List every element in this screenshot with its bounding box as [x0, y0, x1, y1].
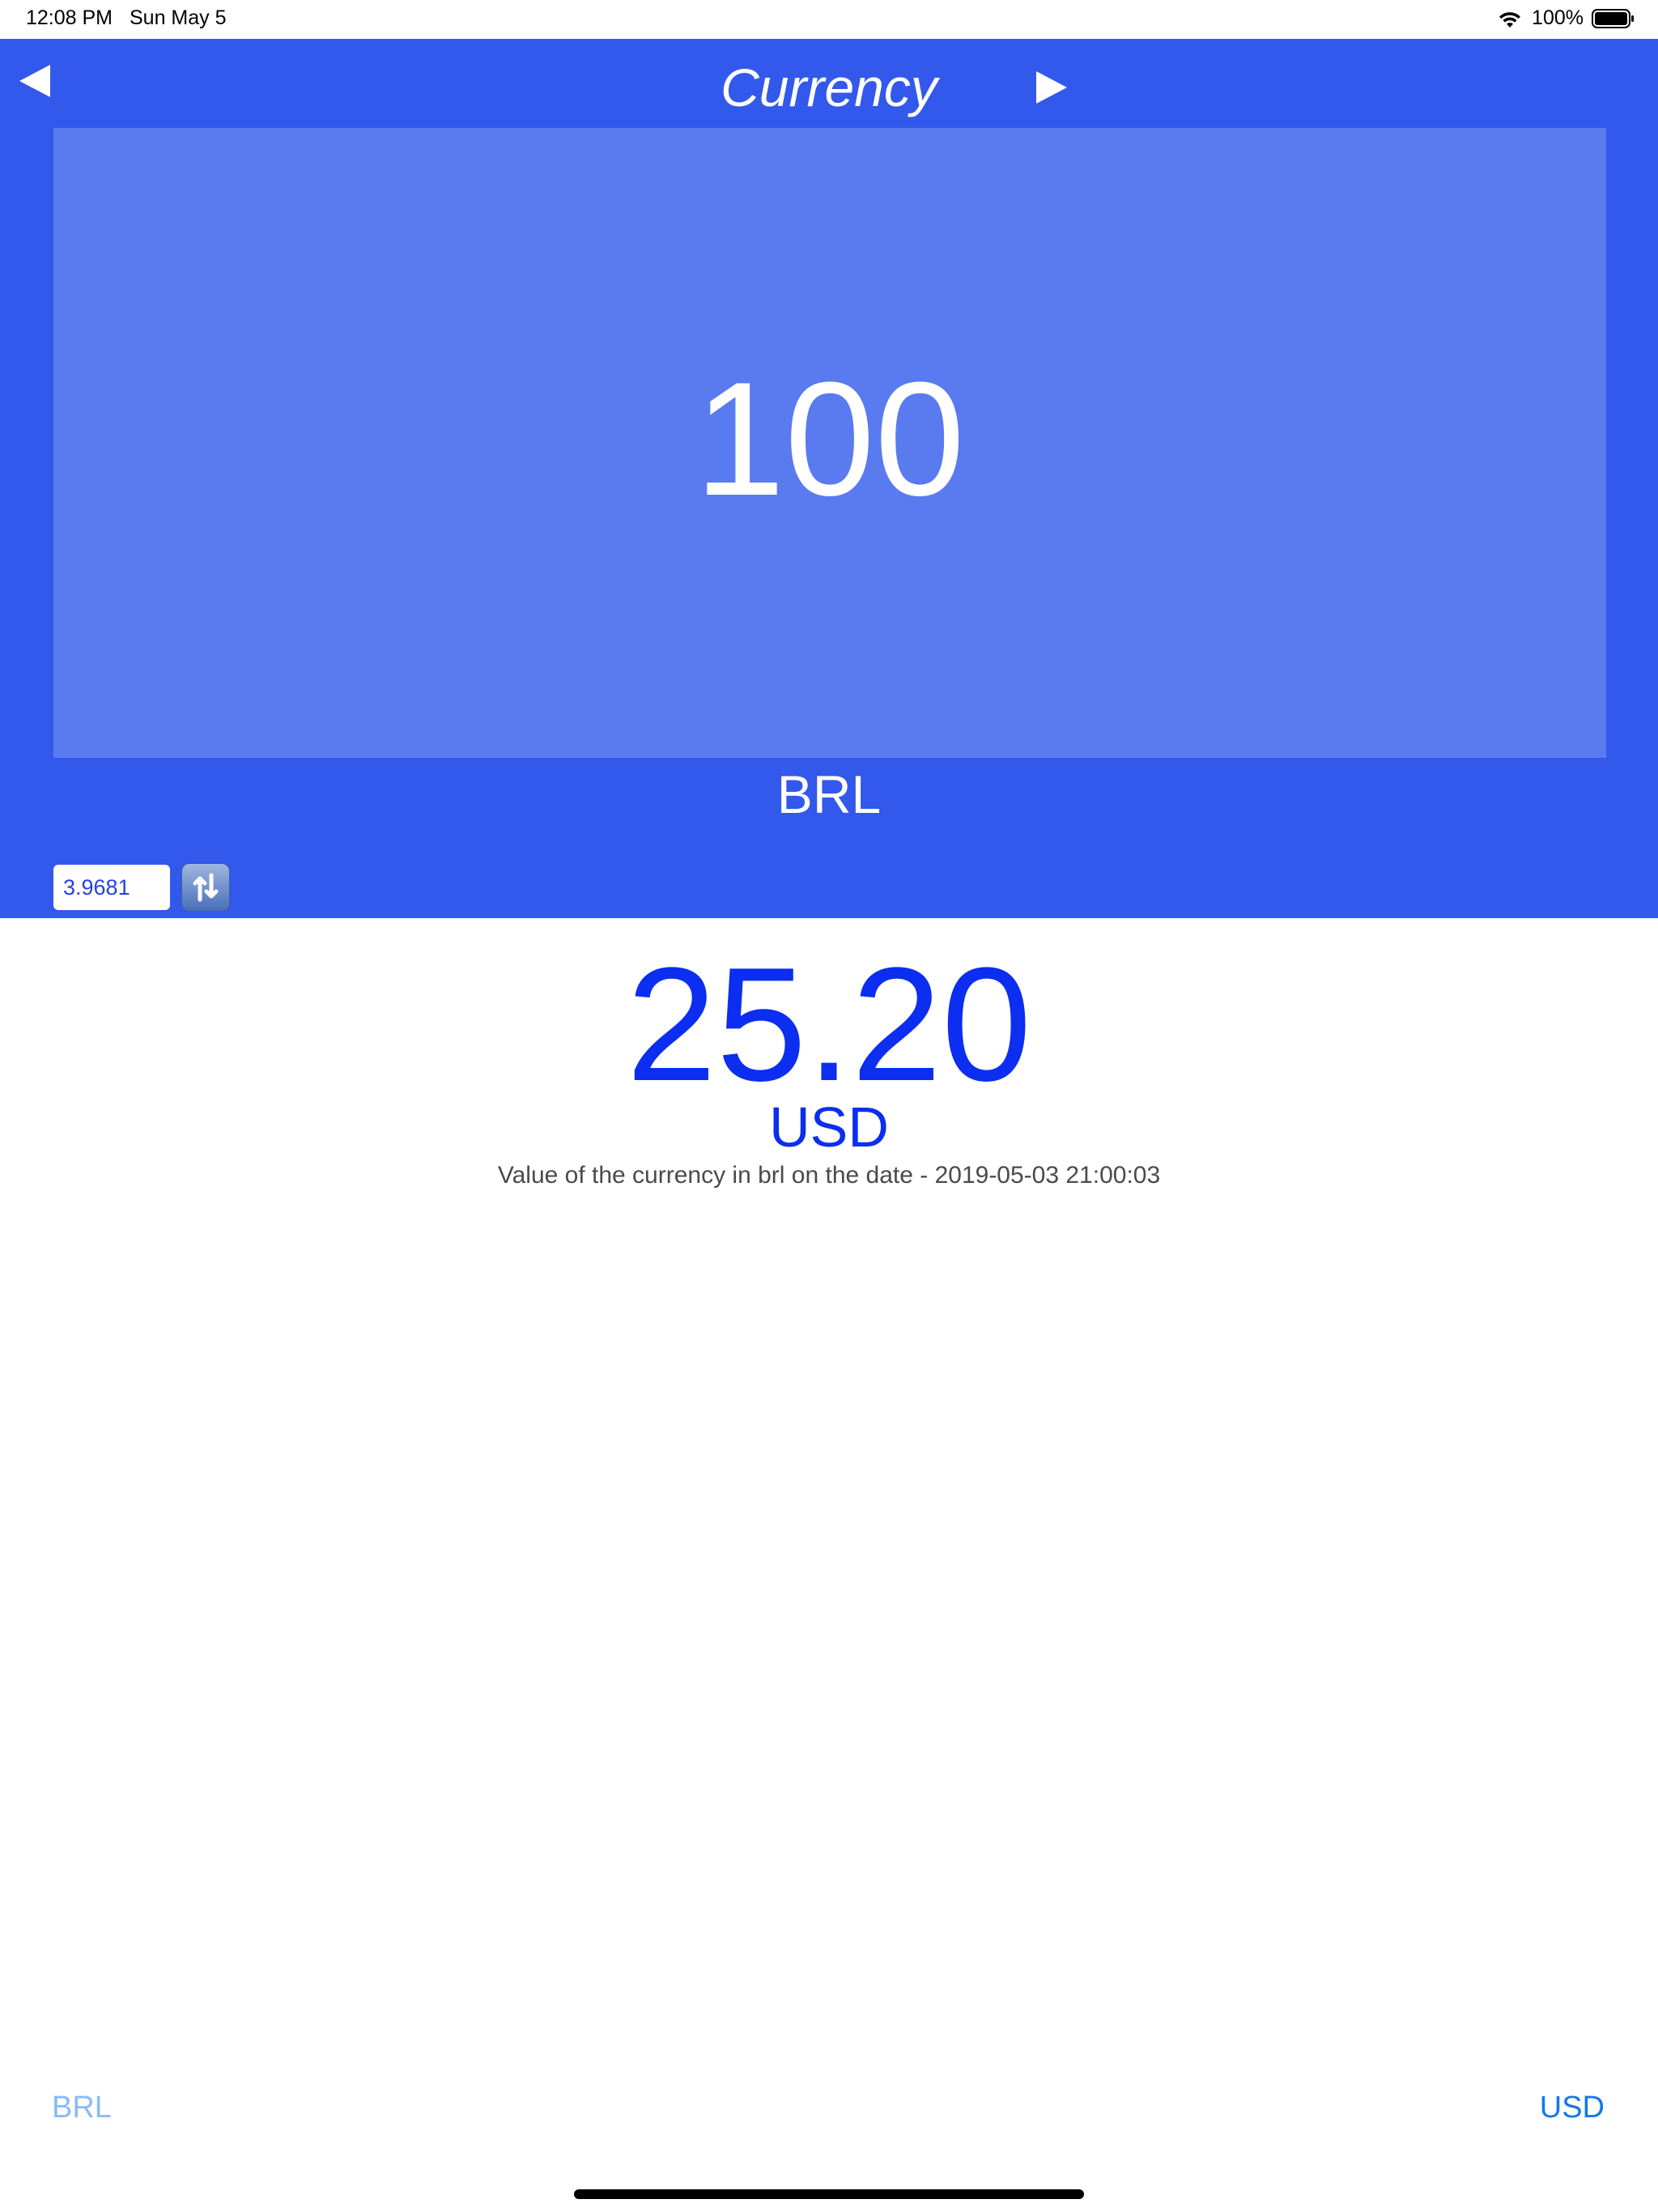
page-title: Currency	[721, 57, 937, 117]
forward-arrow-icon[interactable]	[1033, 70, 1069, 105]
swap-arrows-icon	[193, 873, 219, 902]
to-currency-selector[interactable]: USD	[1540, 2087, 1605, 2128]
swap-button[interactable]	[181, 863, 230, 912]
battery-percentage: 100%	[1532, 6, 1584, 29]
status-time: 12:08 PM	[26, 6, 113, 29]
amount-value: 100	[695, 349, 965, 530]
home-indicator[interactable]	[574, 2189, 1084, 2199]
from-currency-code: BRL	[776, 764, 882, 824]
status-date: Sun May 5	[130, 6, 227, 29]
status-indicators: 100%	[1496, 6, 1635, 30]
rate-field[interactable]	[53, 865, 170, 910]
amount-input-area[interactable]: 100	[53, 128, 1606, 758]
converted-value: 25.20	[626, 934, 1032, 1115]
to-currency-code: USD	[769, 1095, 889, 1159]
rate-info-text: Value of the currency in brl on the date…	[497, 1162, 1161, 1189]
battery-icon	[1592, 8, 1634, 28]
wifi-icon	[1499, 11, 1521, 28]
status-bar: 12:08 PM Sun May 5 100%	[0, 0, 1658, 39]
from-currency-selector[interactable]: BRL	[52, 2087, 112, 2128]
